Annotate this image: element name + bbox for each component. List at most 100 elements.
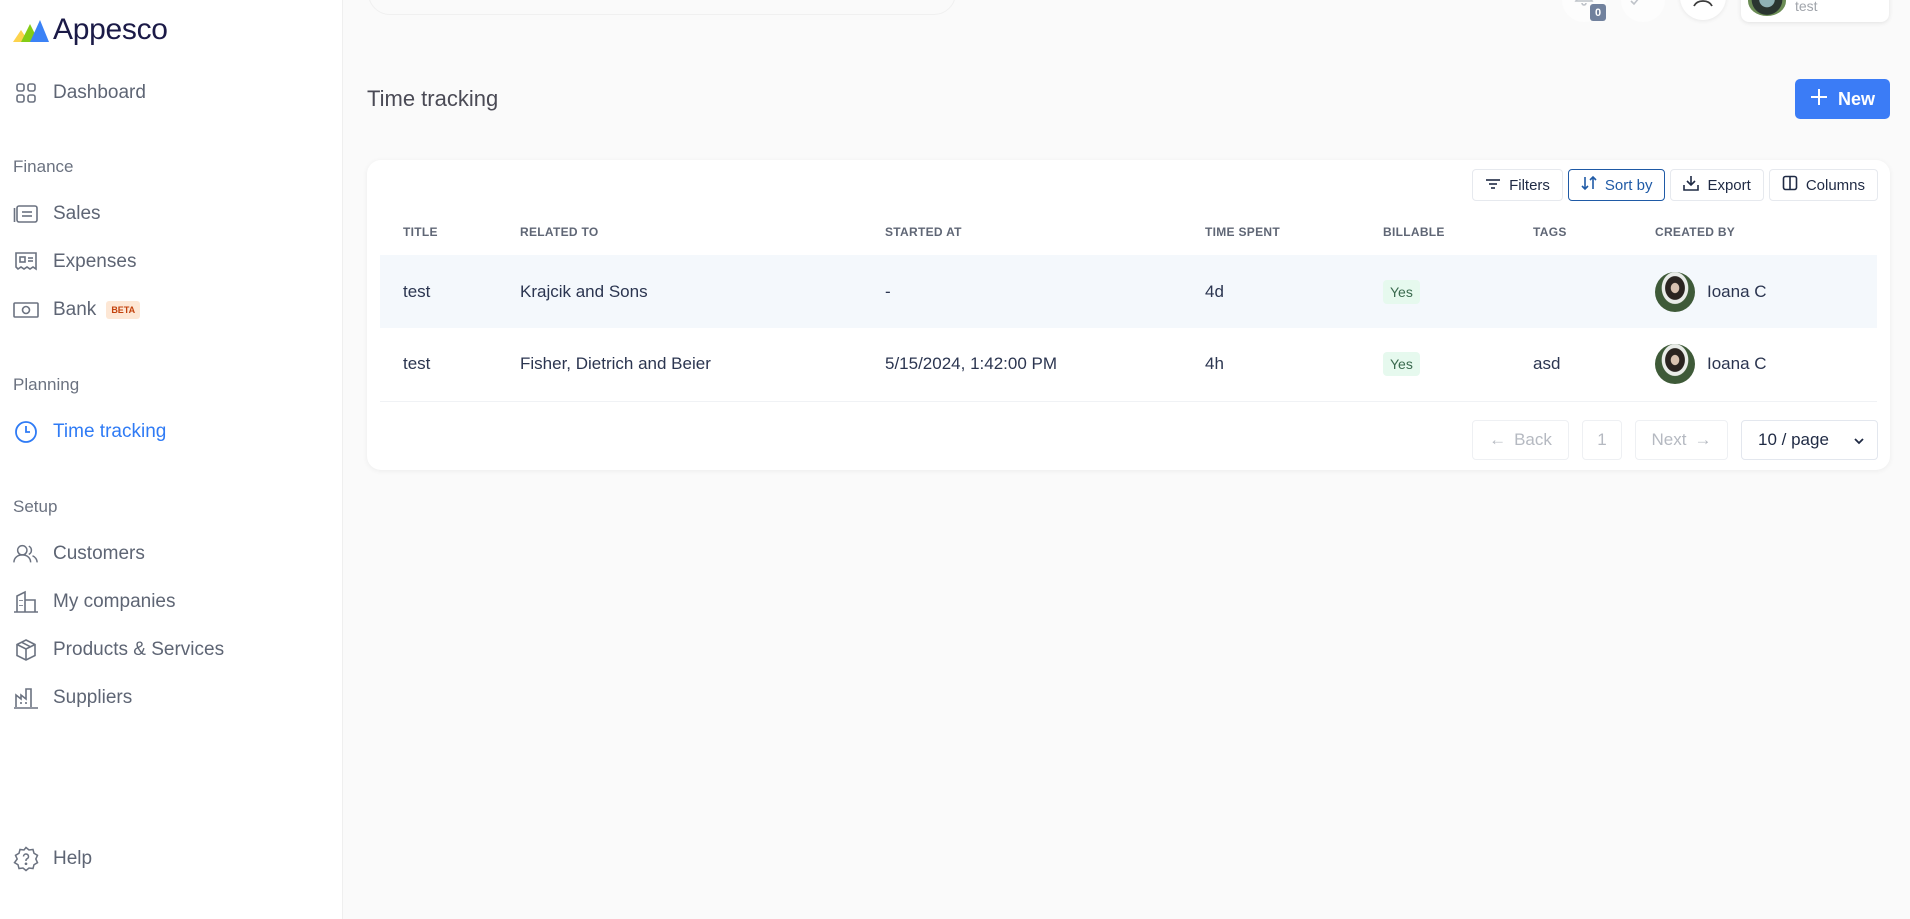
tasks-button[interactable] [1621, 0, 1665, 22]
sidebar-item-help[interactable]: Help [13, 843, 92, 875]
back-label: Back [1514, 430, 1552, 449]
logo[interactable]: Appesco [13, 12, 168, 48]
page-size-select[interactable]: 10 / page [1741, 420, 1878, 460]
table-header-row: TITLE RELATED TO STARTED AT TIME SPENT B… [380, 225, 1877, 255]
sidebar-item-expenses[interactable]: Expenses [13, 246, 136, 278]
billable-badge: Yes [1383, 352, 1420, 377]
columns-label: Columns [1805, 176, 1865, 194]
cell-time-spent: 4h [1182, 328, 1360, 402]
column-header-tags[interactable]: TAGS [1510, 225, 1632, 255]
sidebar-item-suppliers[interactable]: Suppliers [13, 682, 132, 714]
app-name: Appesco [53, 13, 168, 46]
pagination: ← Back 1 Next → 10 / page [1472, 420, 1878, 460]
checklist-icon [1630, 0, 1656, 12]
next-label: Next [1651, 430, 1687, 449]
nav-section-finance: Finance [13, 157, 74, 176]
sidebar: Appesco Dashboard Finance Sales Expenses… [0, 0, 343, 919]
page-size-value: 10 / page [1758, 430, 1829, 449]
cell-time-spent: 4d [1182, 255, 1360, 328]
user-icon [1692, 0, 1714, 12]
user-profile-card[interactable]: test [1741, 0, 1889, 22]
sidebar-item-label: Expenses [53, 251, 137, 272]
next-button[interactable]: Next → [1635, 420, 1728, 460]
clock-icon [13, 419, 39, 445]
page-number-button[interactable]: 1 [1582, 420, 1622, 460]
download-icon [1683, 175, 1700, 195]
table-row[interactable]: test Krajcik and Sons - 4d Yes Ioana C [380, 255, 1877, 328]
nav-section-setup: Setup [13, 497, 58, 516]
column-header-created-by[interactable]: CREATED BY [1632, 225, 1877, 255]
sort-by-button[interactable]: Sort by [1567, 169, 1666, 201]
table-row[interactable]: test Fisher, Dietrich and Beier 5/15/202… [380, 328, 1877, 402]
new-button[interactable]: New [1795, 79, 1890, 119]
sidebar-item-my-companies[interactable]: My companies [13, 586, 176, 618]
cell-title: test [380, 255, 497, 328]
filters-label: Filters [1509, 176, 1550, 194]
cell-related-to: Fisher, Dietrich and Beier [497, 328, 862, 402]
cell-billable: Yes [1360, 328, 1510, 402]
chevron-down-icon [1853, 430, 1865, 450]
cell-related-to: Krajcik and Sons [497, 255, 862, 328]
sidebar-item-label: Dashboard [53, 82, 146, 103]
back-button[interactable]: ← Back [1472, 420, 1569, 460]
column-header-related-to[interactable]: RELATED TO [497, 225, 862, 255]
time-tracking-table: TITLE RELATED TO STARTED AT TIME SPENT B… [380, 225, 1877, 402]
filter-icon [1485, 177, 1501, 194]
search-placeholder: Global search ... [401, 0, 510, 2]
columns-icon [1782, 175, 1798, 195]
cell-started-at: 5/15/2024, 1:42:00 PM [862, 328, 1182, 402]
billable-badge: Yes [1383, 279, 1420, 304]
global-search[interactable]: ⚲ Global search ... [368, 0, 956, 15]
sidebar-item-sales[interactable]: Sales [13, 198, 101, 230]
notifications-count-badge: 0 [1590, 4, 1606, 21]
filters-button[interactable]: Filters [1472, 169, 1563, 201]
beta-badge: BETA [106, 301, 141, 319]
cell-created-by: Ioana C [1632, 255, 1877, 328]
sidebar-item-label: Suppliers [53, 687, 133, 708]
appesco-logo-icon [13, 20, 49, 42]
column-header-time-spent[interactable]: TIME SPENT [1182, 225, 1360, 255]
avatar [1655, 271, 1695, 312]
time-tracking-card: Filters Sort by Export Columns TITLE REL… [367, 160, 1890, 470]
sidebar-item-products-services[interactable]: Products & Services [13, 634, 224, 666]
page-title: Time tracking [367, 86, 499, 111]
avatar [1655, 344, 1695, 385]
help-icon [13, 846, 39, 872]
arrow-right-icon: → [1694, 430, 1712, 449]
table-toolbar: Filters Sort by Export Columns [1472, 169, 1878, 201]
user-avatar [1748, 0, 1786, 16]
account-button[interactable] [1680, 0, 1726, 20]
plus-icon [1810, 88, 1828, 111]
factory-icon [13, 685, 39, 711]
banknote-icon [13, 297, 39, 323]
creator-name: Ioana C [1707, 354, 1767, 374]
cell-title: test [380, 328, 497, 402]
box-icon [13, 637, 39, 663]
arrow-left-icon: ← [1489, 430, 1507, 449]
cell-created-by: Ioana C [1632, 328, 1877, 402]
sidebar-item-bank[interactable]: Bank BETA [13, 294, 141, 326]
column-header-billable[interactable]: BILLABLE [1360, 225, 1510, 255]
building-icon [13, 589, 39, 615]
sidebar-item-time-tracking[interactable]: Time tracking [13, 416, 166, 448]
sidebar-item-label: Help [53, 848, 93, 869]
columns-button[interactable]: Columns [1768, 169, 1878, 201]
user-name: test [1795, 0, 1818, 14]
export-label: Export [1707, 176, 1751, 194]
new-button-label: New [1837, 88, 1875, 109]
cell-tags: asd [1510, 328, 1632, 402]
column-header-title[interactable]: TITLE [380, 225, 497, 255]
export-button[interactable]: Export [1670, 169, 1764, 201]
sidebar-item-customers[interactable]: Customers [13, 538, 145, 570]
sidebar-item-label: Customers [53, 543, 145, 564]
sidebar-item-label: Time tracking [53, 421, 167, 442]
sort-by-label: Sort by [1604, 176, 1653, 194]
nav-section-planning: Planning [13, 375, 80, 394]
column-header-started-at[interactable]: STARTED AT [862, 225, 1182, 255]
grid-icon [13, 80, 39, 106]
users-icon [13, 541, 39, 567]
cell-tags [1510, 255, 1632, 328]
cell-started-at: - [862, 255, 1182, 328]
sidebar-item-dashboard[interactable]: Dashboard [13, 77, 146, 109]
receipt-icon [13, 249, 39, 275]
